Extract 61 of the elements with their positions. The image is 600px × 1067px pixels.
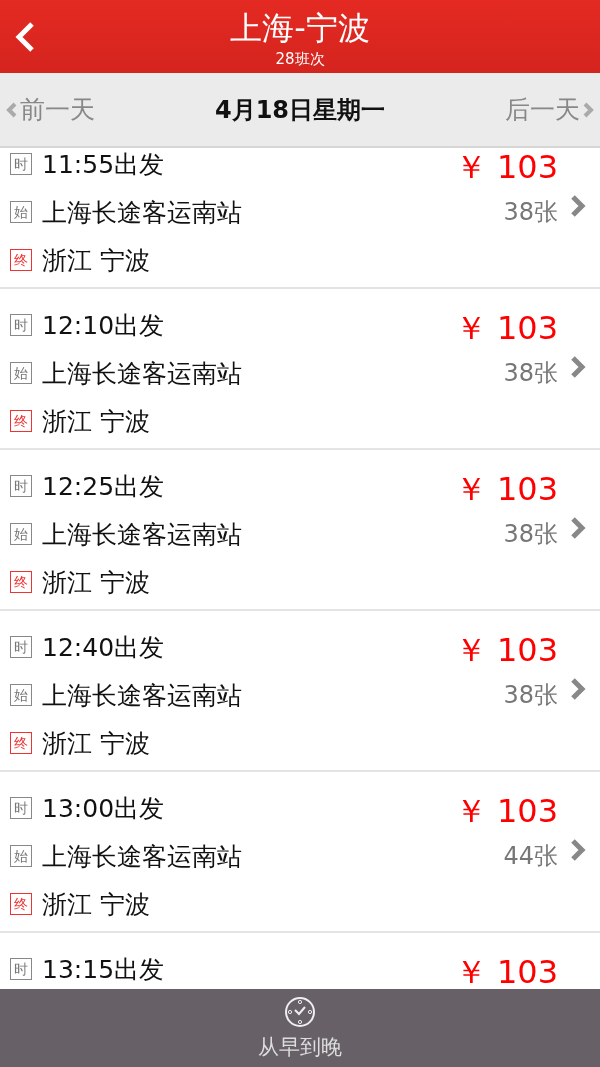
departure-time: 13:15出发 bbox=[42, 953, 165, 986]
destination: 浙江 宁波 bbox=[42, 244, 150, 277]
origin-tag: 始 bbox=[10, 201, 32, 223]
chevron-icon bbox=[570, 676, 586, 701]
destination: 浙江 宁波 bbox=[42, 888, 150, 921]
destination-tag: 终 bbox=[10, 249, 32, 271]
trip-row[interactable]: 时 12:40出发 ￥ 103 始 上海长途客运南站 38张 终 浙江 宁波 bbox=[0, 611, 600, 772]
seats-left: 38张 bbox=[503, 358, 558, 389]
back-icon bbox=[14, 20, 36, 54]
origin-station: 上海长途客运南站 bbox=[42, 357, 242, 390]
ticket-price: ￥ 103 bbox=[454, 469, 558, 510]
origin-tag: 始 bbox=[10, 523, 32, 545]
origin-tag: 始 bbox=[10, 684, 32, 706]
time-tag: 时 bbox=[10, 958, 32, 980]
departure-time: 13:00出发 bbox=[42, 792, 165, 825]
origin-tag: 始 bbox=[10, 845, 32, 867]
destination-tag: 终 bbox=[10, 571, 32, 593]
ticket-price: ￥ 103 bbox=[454, 952, 558, 989]
time-tag: 时 bbox=[10, 636, 32, 658]
time-tag: 时 bbox=[10, 797, 32, 819]
time-tag: 时 bbox=[10, 314, 32, 336]
ticket-price: ￥ 103 bbox=[454, 630, 558, 671]
departure-time: 12:25出发 bbox=[42, 470, 165, 503]
chevron-right-icon bbox=[582, 100, 594, 119]
trip-row[interactable]: 时 11:55出发 ￥ 103 始 上海长途客运南站 38张 终 浙江 宁波 bbox=[0, 148, 600, 289]
seats-left: 38张 bbox=[503, 519, 558, 550]
seats-left: 38张 bbox=[503, 197, 558, 228]
destination: 浙江 宁波 bbox=[42, 566, 150, 599]
trip-count: 28班次 bbox=[275, 49, 325, 68]
origin-tag: 始 bbox=[10, 362, 32, 384]
sort-button[interactable]: 从早到晚 bbox=[258, 989, 342, 1067]
origin-station: 上海长途客运南站 bbox=[42, 840, 242, 873]
destination-tag: 终 bbox=[10, 893, 32, 915]
chevron-icon bbox=[570, 354, 586, 379]
chevron-icon bbox=[570, 837, 586, 862]
current-date: 4月18日星期一 bbox=[214, 94, 386, 126]
seats-left: 38张 bbox=[503, 680, 558, 711]
chevron-icon bbox=[570, 193, 586, 218]
origin-station: 上海长途客运南站 bbox=[42, 679, 242, 712]
seats-left: 44张 bbox=[503, 841, 558, 872]
time-tag: 时 bbox=[10, 475, 32, 497]
ticket-price: ￥ 103 bbox=[454, 148, 558, 188]
trip-row[interactable]: 时 13:00出发 ￥ 103 始 上海长途客运南站 44张 终 浙江 宁波 bbox=[0, 772, 600, 933]
destination-tag: 终 bbox=[10, 410, 32, 432]
trip-row[interactable]: 时 12:10出发 ￥ 103 始 上海长途客运南站 38张 终 浙江 宁波 bbox=[0, 289, 600, 450]
trip-row[interactable]: 时 12:25出发 ￥ 103 始 上海长途客运南站 38张 终 浙江 宁波 bbox=[0, 450, 600, 611]
route-title: 上海-宁波 bbox=[230, 7, 370, 49]
ticket-price: ￥ 103 bbox=[454, 791, 558, 832]
destination-tag: 终 bbox=[10, 732, 32, 754]
chevron-icon bbox=[570, 515, 586, 540]
departure-time: 12:40出发 bbox=[42, 631, 165, 664]
destination: 浙江 宁波 bbox=[42, 727, 150, 760]
origin-station: 上海长途客运南站 bbox=[42, 196, 242, 229]
time-tag: 时 bbox=[10, 153, 32, 175]
ticket-price: ￥ 103 bbox=[454, 308, 558, 349]
departure-time: 12:10出发 bbox=[42, 309, 165, 342]
clock-icon bbox=[283, 995, 317, 1029]
origin-station: 上海长途客运南站 bbox=[42, 518, 242, 551]
departure-time: 11:55出发 bbox=[42, 148, 165, 181]
chevron-left-icon bbox=[6, 100, 18, 119]
destination: 浙江 宁波 bbox=[42, 405, 150, 438]
